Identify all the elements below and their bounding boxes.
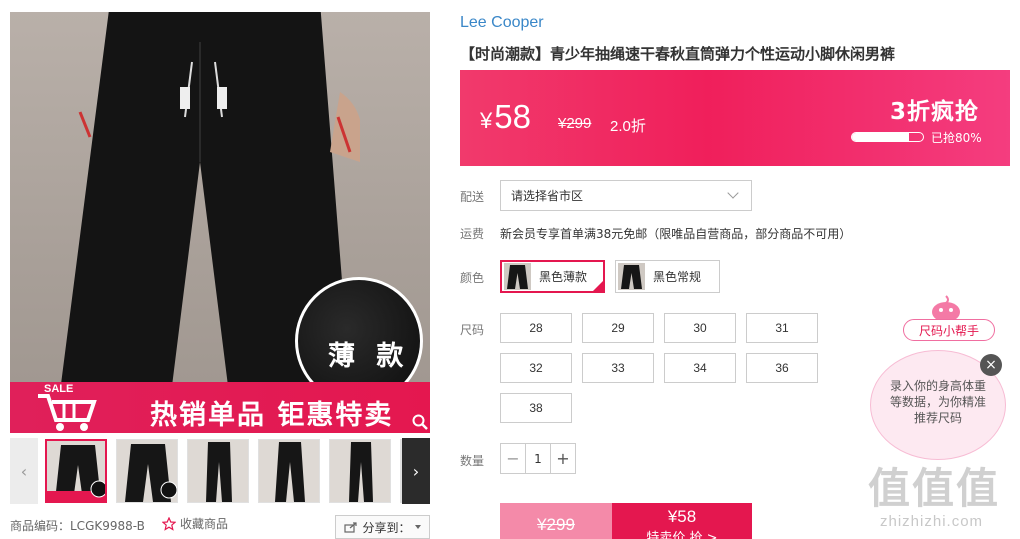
- quantity-stepper: − 1 +: [500, 443, 576, 474]
- svg-text:SALE: SALE: [44, 383, 73, 395]
- quantity-increase-button[interactable]: +: [551, 444, 575, 473]
- inset-label: 薄 款: [328, 341, 410, 372]
- thumb-pants-image: [47, 445, 105, 501]
- share-label: 分享到：: [362, 520, 411, 535]
- chevron-down-icon: [727, 187, 739, 199]
- size-option[interactable]: 32: [500, 353, 572, 383]
- favorite-button[interactable]: 收藏商品: [162, 515, 228, 532]
- watermark-logo: 值值值: [868, 464, 1001, 513]
- thumb-pants-image: [349, 442, 373, 502]
- current-price: ¥58: [480, 98, 531, 136]
- special-label: 特卖价 抢 >: [646, 531, 718, 539]
- special-price: ¥58: [667, 507, 697, 526]
- color-option-black-regular[interactable]: 黑色常规: [615, 260, 720, 293]
- size-option[interactable]: 30: [664, 313, 736, 343]
- sold-progress-bar: [851, 132, 924, 142]
- color-label: 颜色: [460, 271, 485, 285]
- favorite-label: 收藏商品: [180, 517, 229, 531]
- thumbnail-2[interactable]: [116, 439, 178, 503]
- close-icon[interactable]: ×: [980, 354, 1002, 376]
- thumbnail-4[interactable]: [258, 439, 320, 503]
- share-dropdown[interactable]: 分享到：: [335, 515, 430, 539]
- size-option[interactable]: 33: [582, 353, 654, 383]
- price-bar: ¥58 ¥299 2.0折 3折疯抢 已抢80%: [460, 70, 1010, 166]
- discount-rate: 2.0折: [610, 118, 646, 135]
- thumbnail-strip: ‹ ›: [10, 438, 430, 504]
- size-helper-text: 录入你的身高体重等数据，为你精准推荐尺码: [889, 379, 986, 425]
- thumbnail-1[interactable]: [45, 439, 107, 503]
- region-select[interactable]: 请选择省市区: [500, 180, 752, 211]
- color-option-label: 黑色薄款: [539, 270, 588, 284]
- watermark-domain: zhizhizhi.com: [880, 513, 984, 530]
- color-option-label: 黑色常规: [653, 270, 702, 284]
- current-price-value: 58: [494, 98, 531, 135]
- promo-label: 3折疯抢: [890, 99, 980, 125]
- size-helper-button[interactable]: 尺码小帮手: [903, 319, 995, 341]
- original-price: ¥299: [558, 115, 592, 132]
- size-option[interactable]: 34: [664, 353, 736, 383]
- sold-progress-fill: [852, 133, 909, 141]
- star-icon: [162, 516, 176, 531]
- sold-progress-text: 已抢80%: [931, 131, 982, 145]
- selected-check-icon: [591, 279, 605, 293]
- color-swatch: [618, 263, 645, 290]
- quantity-decrease-button[interactable]: −: [501, 444, 525, 473]
- banner-text: 热销单品 钜惠特卖: [150, 400, 394, 431]
- shipping-label: 运费: [460, 227, 485, 241]
- special-buy-button[interactable]: ¥58 特卖价 抢 >: [612, 503, 752, 539]
- main-product-image[interactable]: 薄 款 SALE 热销单品 钜惠特卖: [10, 12, 430, 433]
- sale-cart-icon: SALE: [38, 383, 97, 431]
- thumbnail-3[interactable]: [187, 439, 249, 503]
- zoom-icon[interactable]: [412, 414, 428, 430]
- brand-link[interactable]: Lee Cooper: [460, 14, 544, 32]
- buy-button-group: ¥299 ¥58 特卖价 抢 >: [500, 503, 752, 539]
- size-label: 尺码: [460, 323, 485, 337]
- buy-original-price: ¥299: [500, 503, 612, 539]
- region-select-value: 请选择省市区: [511, 189, 584, 203]
- thumb-pants-image: [275, 442, 305, 502]
- size-option[interactable]: 38: [500, 393, 572, 423]
- product-code: 商品编码：LCGK9988-B: [10, 519, 145, 533]
- color-swatch: [504, 263, 531, 290]
- shipping-info: 新会员专享首单满38元免邮（限唯品自营商品，部分商品不可用）: [500, 227, 852, 241]
- quantity-label: 数量: [460, 454, 485, 468]
- size-option[interactable]: 36: [746, 353, 818, 383]
- size-option[interactable]: 31: [746, 313, 818, 343]
- size-option[interactable]: 29: [582, 313, 654, 343]
- product-page: 薄 款 SALE 热销单品 钜惠特卖 ‹ › 商品编码：LCGK9988-B 收…: [0, 0, 1020, 539]
- delivery-label: 配送: [460, 190, 485, 204]
- thumb-pants-image: [206, 442, 232, 502]
- thumb-pants-image: [125, 444, 177, 502]
- caret-down-icon: [414, 525, 421, 529]
- thumbnail-5[interactable]: [329, 439, 391, 503]
- share-icon: [344, 522, 358, 533]
- size-option[interactable]: 28: [500, 313, 572, 343]
- product-title: 【时尚潮款】青少年抽绳速干春秋直筒弹力个性运动小脚休闲男裤: [460, 45, 896, 63]
- currency-symbol: ¥: [480, 108, 493, 133]
- thumb-next-button[interactable]: ›: [402, 438, 430, 504]
- thumb-prev-button[interactable]: ‹: [10, 438, 38, 504]
- color-option-black-thin[interactable]: 黑色薄款: [500, 260, 605, 293]
- quantity-input[interactable]: 1: [525, 444, 551, 473]
- mascot-icon: [932, 295, 960, 322]
